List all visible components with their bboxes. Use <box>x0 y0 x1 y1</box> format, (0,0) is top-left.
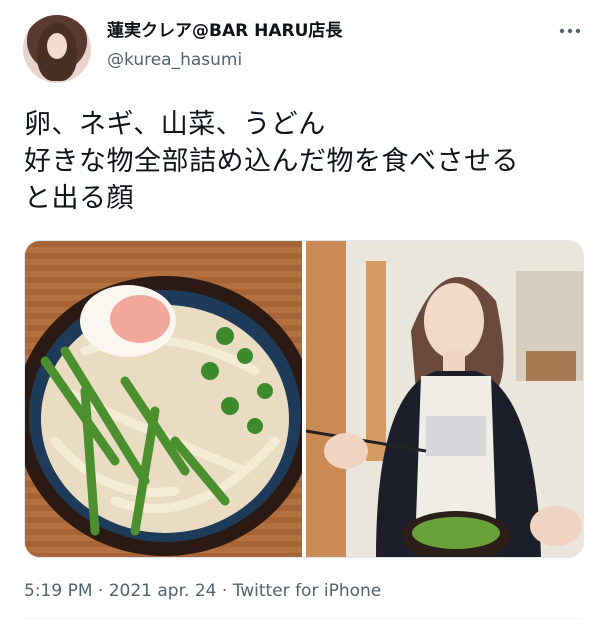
tweet-source-link[interactable]: Twitter for iPhone <box>233 581 382 601</box>
more-horizontal-icon[interactable] <box>558 24 582 38</box>
avatar-face <box>47 33 67 59</box>
tweet-line: 好きな物全部詰め込んだ物を食べさせる <box>24 146 519 177</box>
media-grid <box>24 240 584 558</box>
tweet-timestamp[interactable]: 5:19 PM · 2021 apr. 24 · Twitter for iPh… <box>24 580 381 602</box>
separator: · <box>97 581 104 601</box>
tweet-text: 卵、ネギ、山菜、うどん 好きな物全部詰め込んだ物を食べさせる と出る顔 <box>24 106 584 217</box>
avatar[interactable] <box>23 15 91 83</box>
tweet-line: と出る顔 <box>24 183 134 214</box>
tweet-line: 卵、ネギ、山菜、うどん <box>24 109 326 140</box>
woman-eating-udon-photo[interactable] <box>306 241 583 557</box>
udon-bowl-photo[interactable] <box>25 241 302 557</box>
tweet-time: 5:19 PM <box>24 581 93 601</box>
separator: · <box>221 581 228 601</box>
divider <box>24 618 582 619</box>
author-display-name[interactable]: 蓮実クレア@BAR HARU店長 <box>107 20 342 42</box>
author-handle[interactable]: @kurea_hasumi <box>107 49 242 71</box>
tweet-date: 2021 apr. 24 <box>108 581 217 601</box>
